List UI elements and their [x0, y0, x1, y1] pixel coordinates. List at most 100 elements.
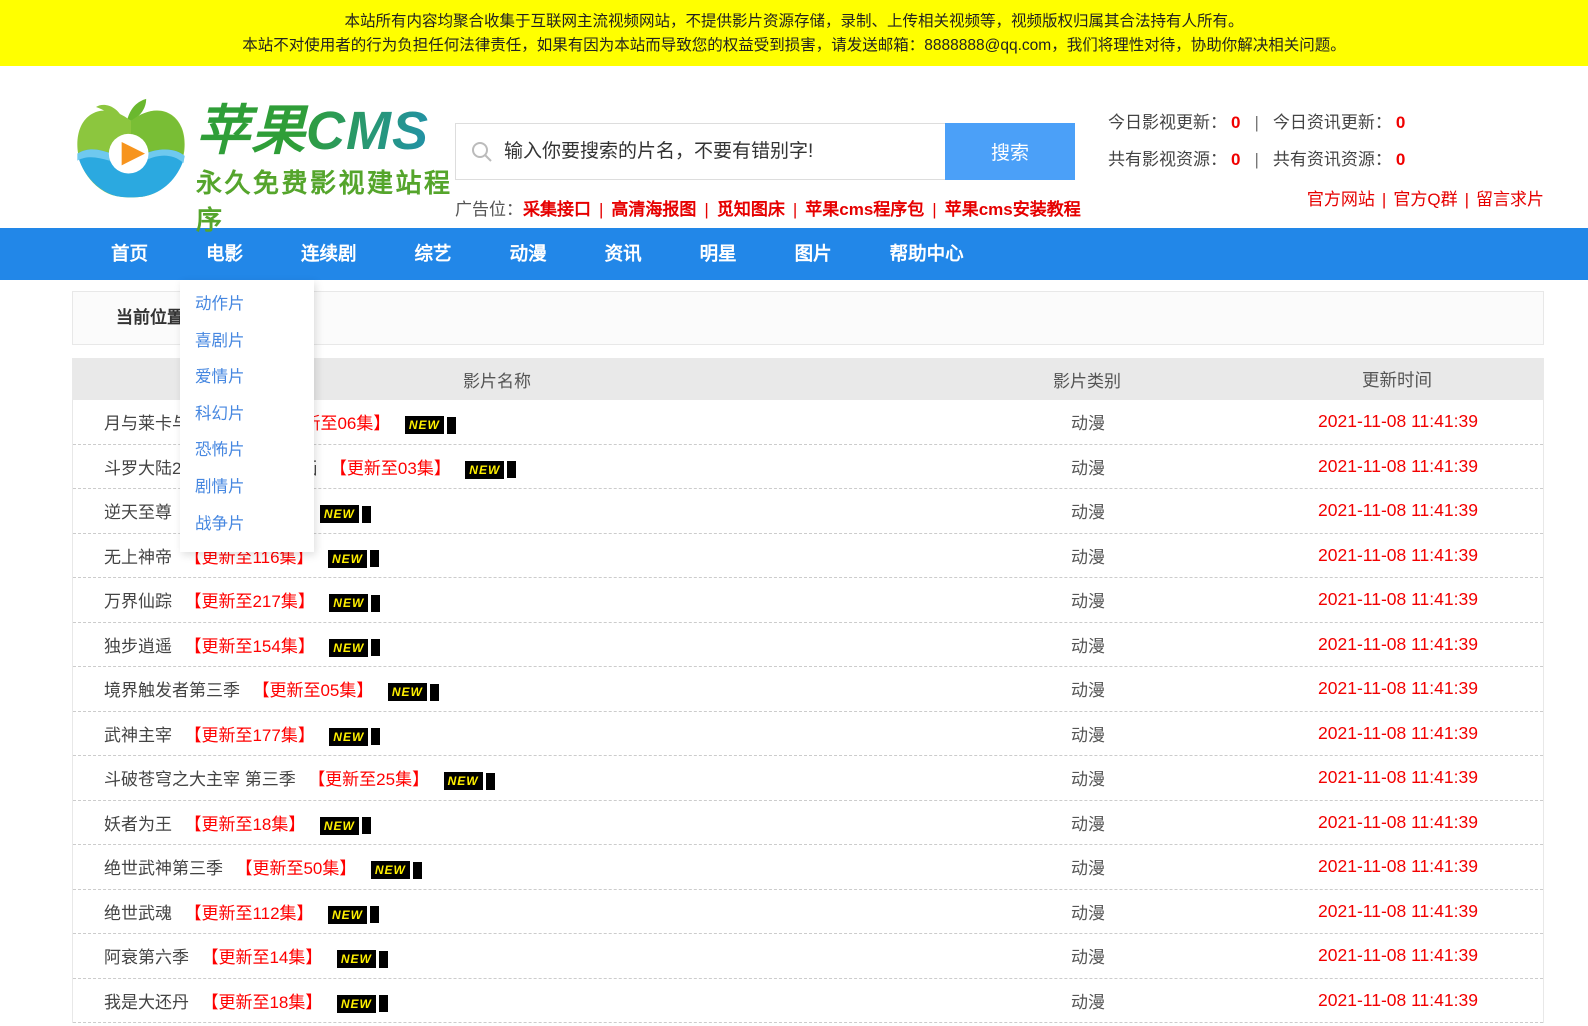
search-button[interactable]: 搜索 [945, 123, 1075, 180]
new-badge-tail [379, 995, 388, 1012]
movie-title-link[interactable]: 绝世武魂 [104, 904, 172, 923]
update-time: 2021-11-08 11:41:39 [1253, 990, 1543, 1011]
dropdown-item[interactable]: 剧情片 [180, 469, 314, 506]
movie-title-link[interactable]: 独步逍遥 [104, 637, 172, 656]
movie-category[interactable]: 动漫 [923, 676, 1253, 701]
ad-link[interactable]: 高清海报图 [611, 200, 696, 219]
dropdown-item[interactable]: 恐怖片 [180, 432, 314, 469]
new-badge: NEW [371, 861, 422, 879]
table-row: 武神主宰 【更新至177集】 NEW 动漫 2021-11-08 11:41:3… [73, 712, 1543, 757]
search-box [455, 123, 945, 180]
site-logo[interactable]: 苹果CMS 永久免费影视建站程序 [72, 93, 455, 237]
new-badge-tail [370, 550, 379, 567]
dropdown-item[interactable]: 科幻片 [180, 396, 314, 433]
table-row: 妖者为王 【更新至18集】 NEW 动漫 2021-11-08 11:41:39 [73, 801, 1543, 846]
new-badge-text: NEW [328, 906, 367, 924]
new-badge-text: NEW [371, 861, 410, 879]
ad-link[interactable]: 苹果cms安装教程 [945, 200, 1081, 219]
table-row: 斗破苍穹之大主宰 第三季 【更新至25集】 NEW 动漫 2021-11-08 … [73, 756, 1543, 801]
update-time: 2021-11-08 11:41:39 [1253, 545, 1543, 566]
update-episode-label: 【更新至14集】 [201, 948, 322, 967]
separator: | [599, 200, 603, 219]
search-input[interactable] [504, 141, 924, 163]
movie-category[interactable]: 动漫 [923, 943, 1253, 968]
movie-title-link[interactable]: 武神主宰 [104, 726, 172, 745]
ad-link[interactable]: 苹果cms程序包 [805, 200, 924, 219]
movie-category[interactable]: 动漫 [923, 498, 1253, 523]
update-time: 2021-11-08 11:41:39 [1253, 856, 1543, 877]
table-row: 阿衰第六季 【更新至14集】 NEW 动漫 2021-11-08 11:41:3… [73, 934, 1543, 979]
update-episode-label: 【更新至18集】 [184, 815, 305, 834]
movie-category[interactable]: 动漫 [923, 409, 1253, 434]
official-link[interactable]: 官方网站 [1307, 190, 1375, 209]
dropdown-item[interactable]: 爱情片 [180, 359, 314, 396]
update-time: 2021-11-08 11:41:39 [1253, 634, 1543, 655]
new-badge-text: NEW [388, 683, 427, 701]
movie-category[interactable]: 动漫 [923, 854, 1253, 879]
apple-logo-icon [72, 93, 190, 205]
movie-title-link[interactable]: 我是大还丹 [104, 993, 189, 1012]
movie-title-link[interactable]: 逆天至尊 [104, 503, 172, 522]
disclaimer-line1: 本站所有内容均聚合收集于互联网主流视频网站，不提供影片资源存储，录制、上传相关视… [0, 10, 1588, 34]
update-time: 2021-11-08 11:41:39 [1253, 723, 1543, 744]
movie-title-link[interactable]: 境界触发者第三季 [104, 681, 240, 700]
new-badge-tail [371, 595, 380, 612]
column-header-time: 更新时间 [1252, 367, 1542, 392]
official-link[interactable]: 留言求片 [1476, 190, 1544, 209]
table-row: 绝世武魂 【更新至112集】 NEW 动漫 2021-11-08 11:41:3… [73, 890, 1543, 935]
movie-title-link[interactable]: 万界仙踪 [104, 592, 172, 611]
dropdown-item[interactable]: 战争片 [180, 506, 314, 543]
movie-category[interactable]: 动漫 [923, 454, 1253, 479]
separator: | [1382, 190, 1386, 209]
table-row: 绝世武神第三季 【更新至50集】 NEW 动漫 2021-11-08 11:41… [73, 845, 1543, 890]
separator: | [932, 200, 936, 219]
ad-link[interactable]: 采集接口 [523, 200, 591, 219]
stat-label: 今日资讯更新： [1273, 113, 1392, 132]
update-time: 2021-11-08 11:41:39 [1253, 678, 1543, 699]
movie-category[interactable]: 动漫 [923, 810, 1253, 835]
movie-title-link[interactable]: 无上神帝 [104, 548, 172, 567]
separator: | [793, 200, 797, 219]
movie-title-link[interactable]: 绝世武神第三季 [104, 859, 223, 878]
ad-link[interactable]: 觅知图床 [717, 200, 785, 219]
update-time: 2021-11-08 11:41:39 [1253, 812, 1543, 833]
separator: | [1254, 113, 1258, 132]
update-time: 2021-11-08 11:41:39 [1253, 767, 1543, 788]
movie-category[interactable]: 动漫 [923, 899, 1253, 924]
update-episode-label: 【更新至05集】 [252, 681, 373, 700]
dropdown-item[interactable]: 动作片 [180, 286, 314, 323]
stat-value: 0 [1396, 150, 1405, 169]
separator: | [1254, 150, 1258, 169]
movie-category[interactable]: 动漫 [923, 587, 1253, 612]
table-row: 我是大还丹 【更新至18集】 NEW 动漫 2021-11-08 11:41:3… [73, 979, 1543, 1024]
movie-title-link[interactable]: 斗破苍穹之大主宰 第三季 [104, 770, 296, 789]
movie-category[interactable]: 动漫 [923, 543, 1253, 568]
new-badge-tail [430, 684, 439, 701]
new-badge-text: NEW [328, 550, 367, 568]
new-badge-tail [447, 417, 456, 434]
stat-value: 0 [1396, 113, 1405, 132]
disclaimer-line2: 本站不对使用者的行为负担任何法律责任，如果有因为本站而导致您的权益受到损害，请发… [0, 34, 1588, 58]
separator: | [1465, 190, 1469, 209]
site-subtitle: 永久免费影视建站程序 [196, 163, 455, 237]
movie-category[interactable]: 动漫 [923, 988, 1253, 1013]
new-badge-text: NEW [405, 416, 444, 434]
movie-category[interactable]: 动漫 [923, 632, 1253, 657]
new-badge-text: NEW [444, 772, 483, 790]
official-link[interactable]: 官方Q群 [1393, 190, 1457, 209]
new-badge-tail [370, 906, 379, 923]
new-badge: NEW [329, 594, 380, 612]
movie-category[interactable]: 动漫 [923, 721, 1253, 746]
new-badge: NEW [444, 772, 495, 790]
movie-title-link[interactable]: 妖者为王 [104, 815, 172, 834]
update-time: 2021-11-08 11:41:39 [1253, 589, 1543, 610]
stats-row-total: 共有影视资源：0|共有资讯资源：0 [1108, 141, 1544, 178]
movie-title-link[interactable]: 阿衰第六季 [104, 948, 189, 967]
site-stats: 今日影视更新：0|今日资讯更新：0 共有影视资源：0|共有资讯资源：0 官方网站… [1108, 66, 1544, 218]
movie-category[interactable]: 动漫 [923, 765, 1253, 790]
new-badge: NEW [320, 505, 371, 523]
update-episode-label: 【更新至154集】 [184, 637, 314, 656]
new-badge-text: NEW [320, 505, 359, 523]
update-episode-label: 【更新至112集】 [184, 904, 313, 923]
dropdown-item[interactable]: 喜剧片 [180, 323, 314, 360]
